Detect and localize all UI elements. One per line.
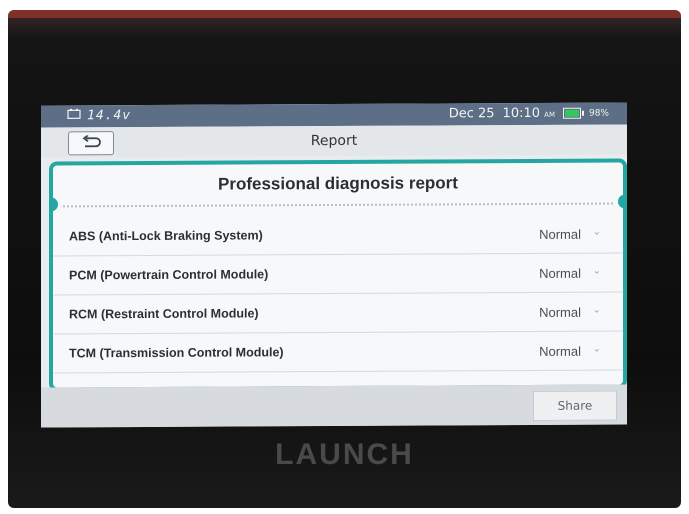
ampm-label: AM bbox=[544, 110, 555, 119]
battery-level-fill bbox=[564, 109, 579, 117]
row-status: Normal bbox=[539, 265, 581, 281]
chevron-down-icon[interactable]: ⌄ bbox=[593, 266, 601, 277]
title-bar: Report bbox=[41, 124, 627, 158]
row-name: RCM (Restraint Control Module) bbox=[69, 306, 259, 322]
report-row-rcm[interactable]: RCM (Restraint Control Module) Normal ⌄ bbox=[53, 292, 623, 335]
chevron-down-icon[interactable]: ⌄ bbox=[593, 305, 601, 316]
report-row-pcm[interactable]: PCM (Powertrain Control Module) Normal ⌄ bbox=[53, 253, 623, 296]
title-divider bbox=[63, 202, 613, 208]
car-battery-icon bbox=[67, 108, 81, 123]
report-row-tcm[interactable]: TCM (Transmission Control Module) Normal… bbox=[53, 331, 623, 374]
report-row-abs[interactable]: ABS (Anti-Lock Braking System) Normal ⌄ bbox=[53, 214, 623, 257]
status-bar-right: Dec 25 10:10 AM 98% bbox=[448, 106, 609, 122]
card-notch-right bbox=[618, 194, 627, 209]
row-name: ABS (Anti-Lock Braking System) bbox=[69, 228, 263, 244]
status-bar: 14.4v Dec 25 10:10 AM 98% bbox=[41, 102, 627, 128]
row-name: PCM (Powertrain Control Module) bbox=[69, 267, 269, 283]
device-brand-logo: LAUNCH bbox=[275, 438, 414, 471]
row-status: Normal bbox=[539, 226, 581, 242]
battery-nub bbox=[581, 110, 584, 116]
share-button[interactable]: Share bbox=[533, 390, 617, 421]
battery-percent: 98% bbox=[588, 108, 609, 119]
row-name: TCM (Transmission Control Module) bbox=[69, 345, 284, 361]
row-status: Normal bbox=[539, 343, 581, 359]
battery-icon bbox=[562, 107, 584, 119]
card-notch-left bbox=[49, 197, 58, 212]
report-card: Professional diagnosis report ABS (Anti-… bbox=[49, 158, 627, 392]
chevron-down-icon[interactable]: ⌄ bbox=[593, 227, 601, 238]
report-title: Professional diagnosis report bbox=[218, 173, 458, 194]
page-title: Report bbox=[310, 132, 358, 150]
bottom-action-bar: Share bbox=[41, 384, 627, 428]
chevron-down-icon[interactable]: ⌄ bbox=[593, 344, 601, 355]
time-label: 10:10 AM bbox=[503, 106, 555, 121]
date-label: Dec 25 bbox=[448, 106, 495, 122]
voltage-readout: 14.4v bbox=[87, 108, 132, 124]
status-bar-left: 14.4v bbox=[67, 108, 131, 123]
time-value: 10:10 bbox=[502, 105, 541, 122]
device-top-edge bbox=[8, 10, 681, 18]
device-screen: 14.4v Dec 25 10:10 AM 98% Report Profess… bbox=[41, 102, 627, 428]
row-status: Normal bbox=[539, 304, 581, 320]
